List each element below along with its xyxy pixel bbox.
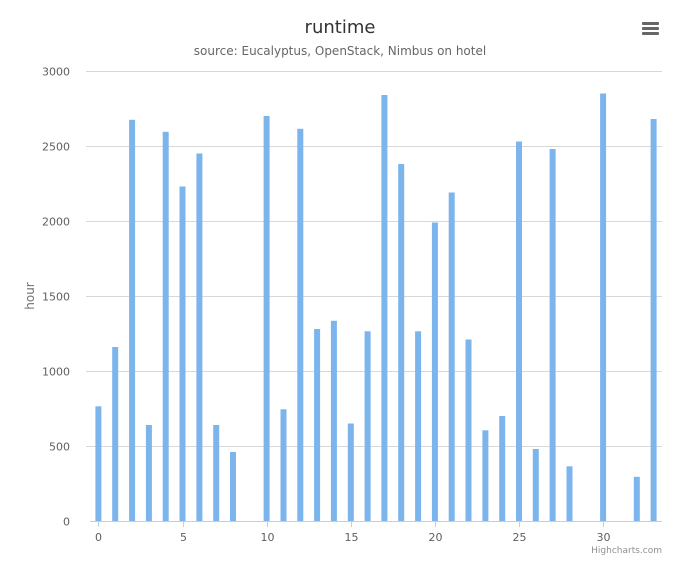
- export-menu-button[interactable]: [638, 18, 662, 40]
- x-tick-label: 10: [261, 531, 275, 544]
- bar[interactable]: [549, 149, 556, 521]
- x-tick-label: 30: [597, 531, 611, 544]
- x-tick-label: 25: [513, 531, 527, 544]
- bar[interactable]: [516, 141, 522, 522]
- bar[interactable]: [347, 423, 354, 522]
- x-tick-label: 20: [429, 531, 443, 544]
- bar[interactable]: [482, 430, 489, 522]
- bar[interactable]: [263, 116, 270, 521]
- bar[interactable]: [112, 347, 119, 521]
- bar[interactable]: [415, 331, 422, 522]
- chart-title: runtime: [305, 17, 376, 38]
- bar[interactable]: [330, 320, 337, 522]
- bar[interactable]: [297, 128, 304, 522]
- bar[interactable]: [633, 476, 640, 522]
- bar[interactable]: [280, 409, 287, 522]
- bar[interactable]: [600, 93, 607, 522]
- chart-background: [0, 0, 680, 566]
- bar[interactable]: [448, 192, 455, 522]
- bar[interactable]: [398, 164, 405, 521]
- y-tick-label: 500: [49, 441, 70, 454]
- chart: runtime source: Eucalyptus, OpenStack, N…: [0, 0, 680, 566]
- bar[interactable]: [431, 222, 438, 522]
- y-tick-label: 2000: [42, 216, 70, 229]
- bar[interactable]: [465, 339, 472, 522]
- bar[interactable]: [230, 452, 236, 521]
- bar[interactable]: [532, 449, 539, 521]
- bar[interactable]: [381, 95, 388, 521]
- y-tick-label: 3000: [42, 66, 70, 79]
- y-tick-label: 1500: [42, 291, 70, 304]
- credits-link[interactable]: Highcharts.com: [591, 546, 662, 556]
- y-tick-label: 2500: [42, 141, 70, 154]
- bar[interactable]: [499, 416, 506, 521]
- bar[interactable]: [566, 466, 573, 522]
- bar[interactable]: [129, 119, 136, 522]
- menu-icon: [642, 22, 659, 35]
- bar[interactable]: [213, 425, 220, 521]
- bar[interactable]: [650, 119, 657, 521]
- bar[interactable]: [314, 329, 321, 521]
- bar[interactable]: [145, 425, 152, 521]
- x-tick-label: 15: [345, 531, 359, 544]
- bar[interactable]: [196, 153, 203, 522]
- chart-subtitle: source: Eucalyptus, OpenStack, Nimbus on…: [194, 44, 486, 58]
- y-axis-title: hour: [23, 282, 37, 310]
- bar[interactable]: [95, 406, 102, 522]
- x-tick-label: 5: [180, 531, 187, 544]
- bar[interactable]: [179, 186, 186, 522]
- y-tick-label: 0: [63, 516, 70, 529]
- y-tick-label: 1000: [42, 366, 70, 379]
- bar[interactable]: [364, 331, 371, 522]
- bar[interactable]: [162, 131, 169, 522]
- x-tick-label: 0: [95, 531, 102, 544]
